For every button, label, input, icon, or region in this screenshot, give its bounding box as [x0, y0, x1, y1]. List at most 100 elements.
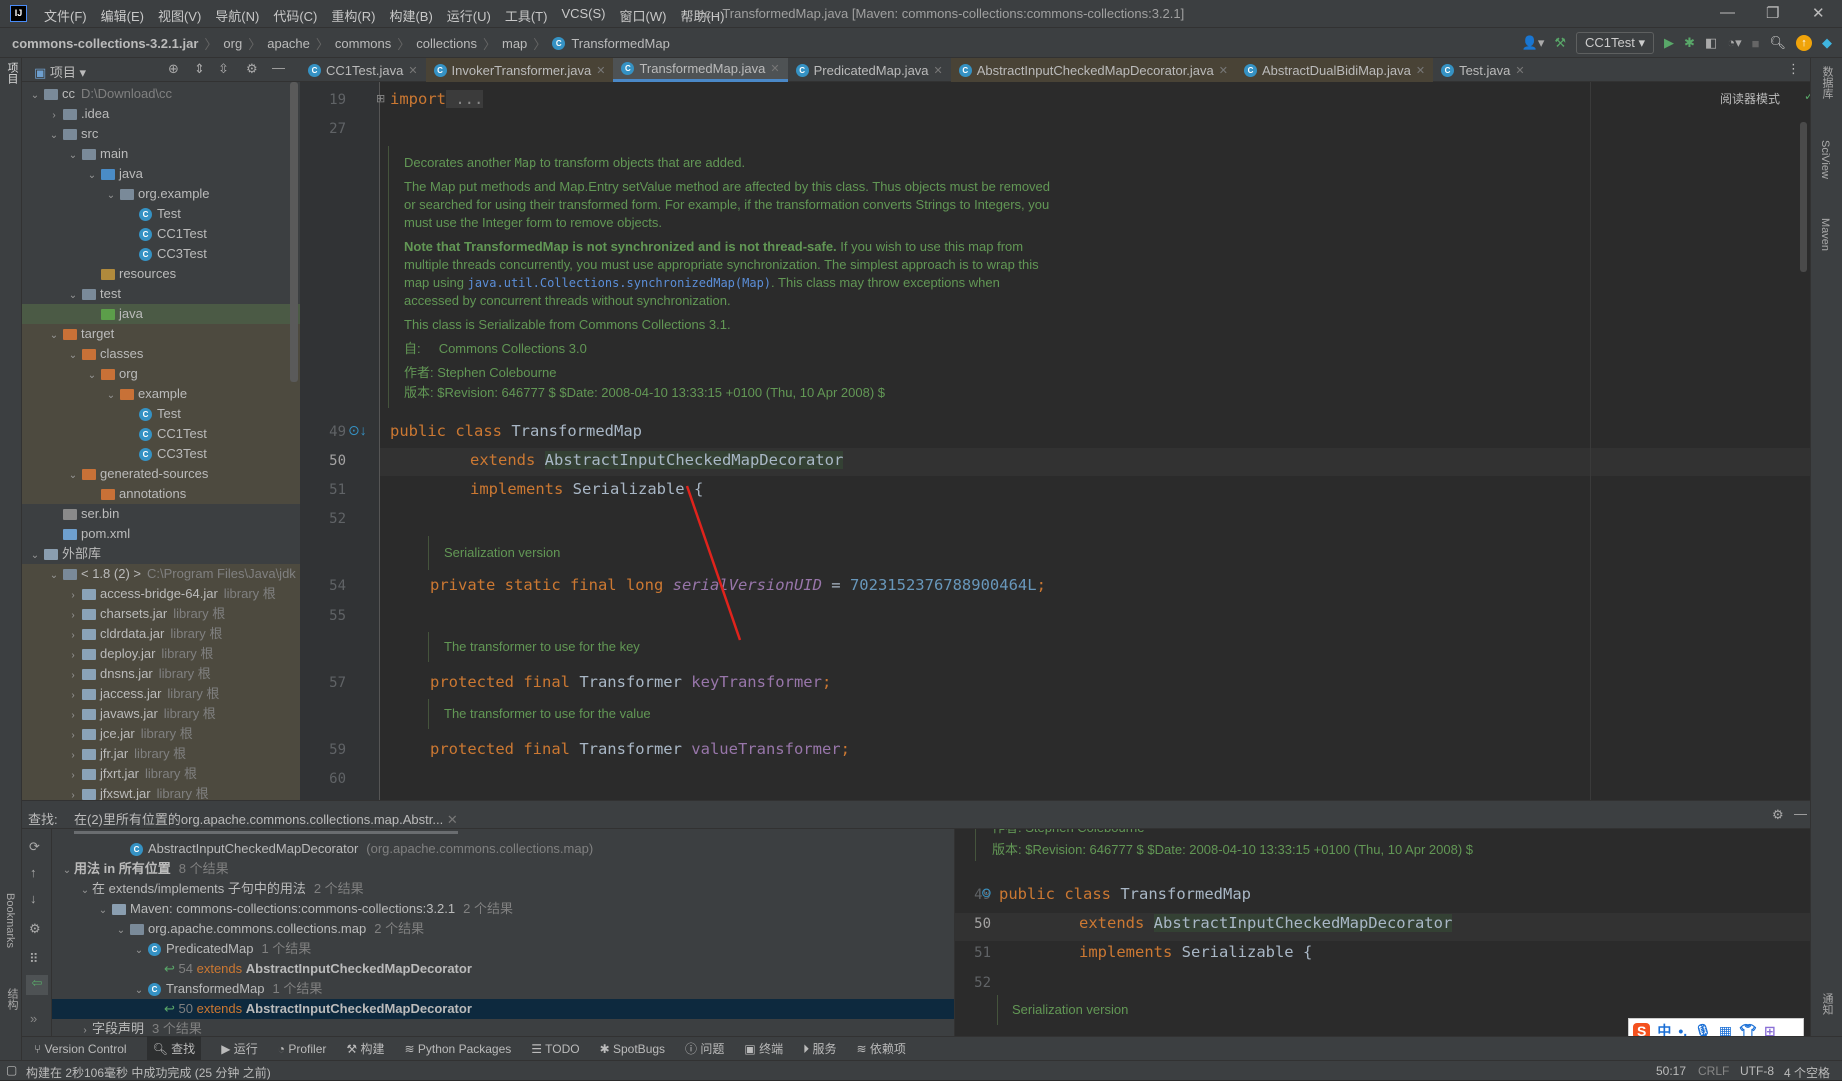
- chevron-down-icon[interactable]: ⌄: [60, 861, 74, 881]
- chevron-right-icon[interactable]: ›: [66, 706, 80, 726]
- tree-item[interactable]: › jfxrt.jar library 根: [22, 764, 300, 784]
- tool-tab--[interactable]: ▣ 终端: [744, 1040, 783, 1057]
- result-item[interactable]: ⌄ org.apache.commons.collections.map 2 个结果: [52, 919, 954, 939]
- tree-item[interactable]: › charsets.jar library 根: [22, 604, 300, 624]
- breadcrumb-item[interactable]: commons-collections-3.2.1.jar: [12, 36, 198, 51]
- tool-tab--[interactable]: ▶ 运行: [221, 1040, 258, 1057]
- tree-item[interactable]: ⌄ < 1.8 (2) > C:\Program Files\Java\jdk: [22, 564, 300, 584]
- tree-item[interactable]: C Test: [22, 404, 300, 424]
- tree-item[interactable]: › deploy.jar library 根: [22, 644, 300, 664]
- intellij-logo[interactable]: IJ: [10, 5, 27, 22]
- close-tab-icon[interactable]: ✕: [596, 64, 605, 77]
- menu-item[interactable]: 代码(C): [273, 6, 317, 25]
- result-item[interactable]: ↩ 54 extends AbstractInputCheckedMapDeco…: [52, 959, 954, 979]
- minimize-button[interactable]: —: [1720, 4, 1735, 21]
- menu-item[interactable]: 导航(N): [215, 6, 259, 25]
- breadcrumb-item[interactable]: apache: [267, 36, 310, 51]
- tree-item[interactable]: › javaws.jar library 根: [22, 704, 300, 724]
- line-separator[interactable]: CRLF: [1698, 1064, 1729, 1078]
- project-tool-button[interactable]: 项目: [4, 62, 20, 84]
- code-editor[interactable]: 阅读器模式 ✓ 19 ⊞ import ... 27 Decorates ano…: [300, 82, 1810, 800]
- tree-item[interactable]: ⌄ java: [22, 164, 300, 184]
- tool-tab-spotbugs[interactable]: ✱ SpotBugs: [600, 1042, 665, 1056]
- close-tab-icon[interactable]: ✕: [1416, 64, 1425, 77]
- tab-abstractinputcheckedmapdecorator-java[interactable]: C AbstractInputCheckedMapDecorator.java ✕: [950, 58, 1236, 82]
- status-message[interactable]: 构建在 2秒106毫秒 中成功完成 (25 分钟 之前): [26, 1064, 271, 1081]
- result-item[interactable]: ⌄ Maven: commons-collections:commons-coll…: [52, 899, 954, 919]
- chevron-down-icon[interactable]: ⌄: [66, 466, 80, 486]
- tool-tab--[interactable]: ⏵ 服务: [803, 1040, 836, 1057]
- collapse-all-icon[interactable]: ⇳: [218, 61, 229, 77]
- tree-item[interactable]: ser.bin: [22, 504, 300, 524]
- notifications-tool-button[interactable]: 通知: [1819, 993, 1835, 1015]
- debug-icon[interactable]: ✱: [1684, 35, 1695, 51]
- close-tab-icon[interactable]: ✕: [1219, 64, 1228, 77]
- update-icon[interactable]: ↑: [1796, 35, 1812, 51]
- tab-invokertransformer-java[interactable]: C InvokerTransformer.java ✕: [425, 58, 614, 82]
- chevron-right-icon[interactable]: ›: [66, 626, 80, 646]
- expand-all-icon[interactable]: ⇕: [194, 61, 205, 77]
- tab-cc1test-java[interactable]: C CC1Test.java ✕: [300, 58, 426, 82]
- maximize-button[interactable]: ❐: [1766, 4, 1779, 22]
- plugin-icon[interactable]: ◆: [1822, 35, 1832, 51]
- tool-tab-version-control[interactable]: ⑂ Version Control: [34, 1042, 127, 1056]
- file-encoding[interactable]: UTF-8: [1740, 1064, 1774, 1078]
- menu-item[interactable]: 文件(F): [44, 6, 87, 25]
- chevron-down-icon[interactable]: ⌄: [47, 566, 61, 586]
- tree-item[interactable]: java: [22, 304, 300, 324]
- tree-item[interactable]: ⌄ src: [22, 124, 300, 144]
- chevron-right-icon[interactable]: ›: [66, 586, 80, 606]
- tree-item[interactable]: C Test: [22, 204, 300, 224]
- tree-item[interactable]: C CC3Test: [22, 244, 300, 264]
- chevron-down-icon[interactable]: ⌄: [85, 366, 99, 386]
- result-item[interactable]: ⌄ 在 extends/implements 子句中的用法 2 个结果: [52, 879, 954, 899]
- tree-item[interactable]: › jce.jar library 根: [22, 724, 300, 744]
- profile-icon[interactable]: ◔▾: [1727, 35, 1741, 51]
- tab-predicatedmap-java[interactable]: C PredicatedMap.java ✕: [788, 58, 951, 82]
- tree-item[interactable]: resources: [22, 264, 300, 284]
- tree-item[interactable]: › jfr.jar library 根: [22, 744, 300, 764]
- result-item[interactable]: › 字段声明 3 个结果: [52, 1019, 954, 1037]
- chevron-down-icon[interactable]: ⌄: [96, 901, 110, 921]
- tree-item[interactable]: › jaccess.jar library 根: [22, 684, 300, 704]
- tree-item[interactable]: C CC1Test: [22, 424, 300, 444]
- coverage-icon[interactable]: ◧: [1705, 35, 1717, 51]
- run-config-select[interactable]: CC1Test ▾: [1576, 32, 1655, 54]
- chevron-right-icon[interactable]: ›: [66, 786, 80, 800]
- tree-item[interactable]: › cldrdata.jar library 根: [22, 624, 300, 644]
- chevron-down-icon[interactable]: ⌄: [85, 166, 99, 186]
- menu-item[interactable]: 工具(T): [505, 6, 548, 25]
- bookmarks-tool-button[interactable]: Bookmarks: [4, 893, 16, 948]
- stop-icon[interactable]: ■: [1752, 36, 1760, 51]
- chevron-right-icon[interactable]: ›: [66, 746, 80, 766]
- chevron-right-icon[interactable]: ›: [47, 106, 61, 126]
- tree-item[interactable]: pom.xml: [22, 524, 300, 544]
- gear-icon[interactable]: ⚙: [246, 61, 258, 77]
- indent-setting[interactable]: 4 个空格: [1784, 1064, 1830, 1081]
- chevron-down-icon[interactable]: ⌄: [66, 346, 80, 366]
- tab-abstractdualbidimap-java[interactable]: C AbstractDualBidiMap.java ✕: [1235, 58, 1434, 82]
- tree-item[interactable]: › access-bridge-64.jar library 根: [22, 584, 300, 604]
- breadcrumb-item[interactable]: TransformedMap: [571, 36, 670, 51]
- chevron-right-icon[interactable]: ›: [66, 646, 80, 666]
- chevron-down-icon[interactable]: ⌄: [28, 546, 42, 566]
- chevron-right-icon[interactable]: ›: [66, 666, 80, 686]
- chevron-down-icon[interactable]: ⌄: [132, 941, 146, 961]
- chevron-down-icon[interactable]: ⌄: [66, 286, 80, 306]
- breadcrumb-item[interactable]: org: [223, 36, 242, 51]
- tree-item[interactable]: ⌄ example: [22, 384, 300, 404]
- toggle-tool-windows-icon[interactable]: ▢: [6, 1063, 17, 1077]
- chevron-right-icon[interactable]: ›: [66, 606, 80, 626]
- tool-tab--[interactable]: ⓘ 问题: [685, 1040, 724, 1057]
- tree-item[interactable]: ⌄ generated-sources: [22, 464, 300, 484]
- chevron-down-icon[interactable]: ⌄: [104, 386, 118, 406]
- tree-item[interactable]: ⌄ main: [22, 144, 300, 164]
- chevron-down-icon[interactable]: ⌄: [78, 881, 92, 901]
- breadcrumb-item[interactable]: commons: [335, 36, 391, 51]
- tool-tab-profiler[interactable]: ◔ Profiler: [278, 1042, 327, 1056]
- chevron-right-icon[interactable]: ›: [66, 686, 80, 706]
- tool-tab--[interactable]: 🔍︎ 查找: [146, 1036, 202, 1061]
- result-item[interactable]: ⌄ C TransformedMap 1 个结果: [52, 979, 954, 999]
- maven-tool-button[interactable]: Maven: [1819, 218, 1831, 251]
- menu-item[interactable]: 窗口(W): [620, 6, 667, 25]
